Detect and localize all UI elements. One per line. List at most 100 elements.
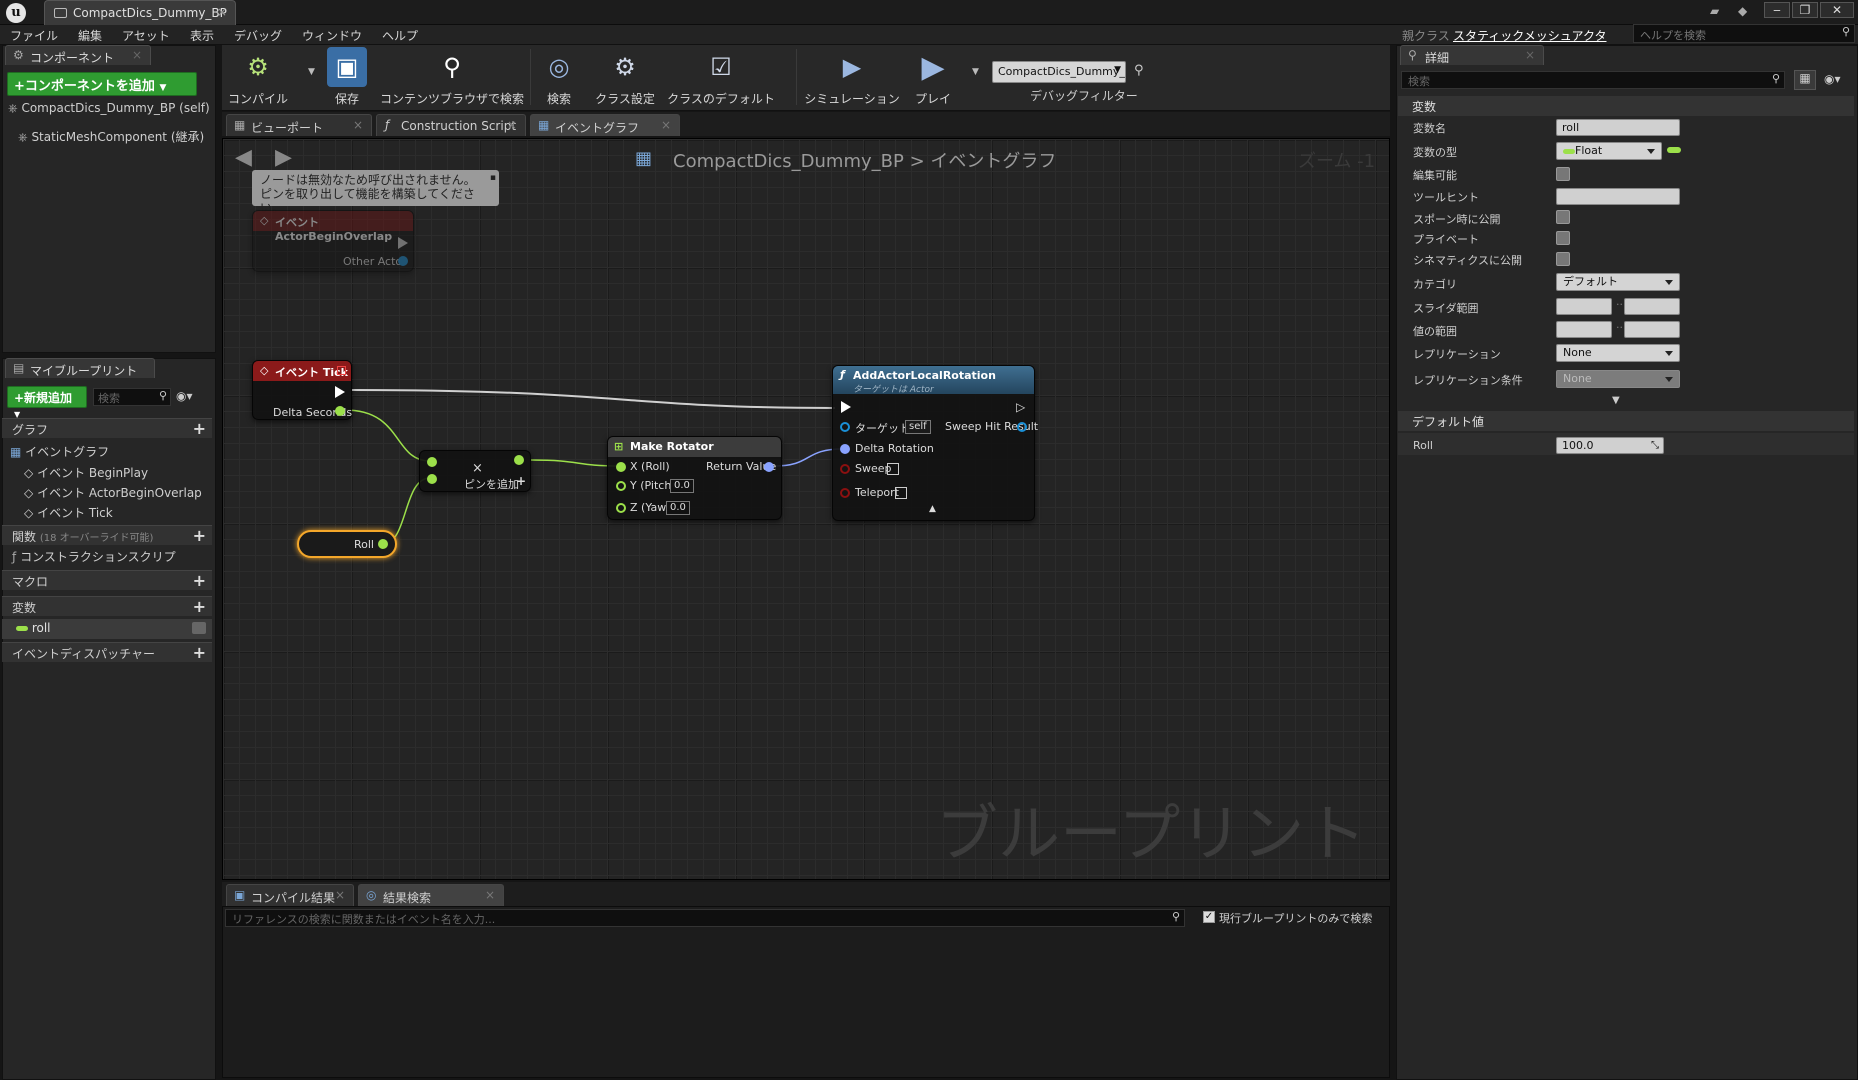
menu-debug[interactable]: デバッグ bbox=[234, 27, 282, 44]
close-icon[interactable]: × bbox=[485, 888, 495, 902]
add-input-a-pin[interactable] bbox=[427, 457, 437, 467]
close-icon[interactable]: × bbox=[661, 118, 671, 132]
details-search-input[interactable]: 検索 ⚲ bbox=[1401, 71, 1785, 89]
value-min-input[interactable] bbox=[1556, 321, 1612, 338]
add-new-button[interactable]: +新規追加 ▼ bbox=[7, 386, 87, 419]
add-component-button[interactable]: +コンポーネントを追加 ▼ bbox=[7, 72, 197, 96]
float-add-node[interactable]: × ピンを追加 + bbox=[419, 450, 531, 492]
variable-roll-item[interactable]: roll bbox=[2, 619, 212, 639]
value-max-input[interactable] bbox=[1624, 321, 1680, 338]
tab-compile-results[interactable]: ▣ コンパイル結果 × bbox=[226, 884, 354, 906]
variable-category[interactable]: 変数 bbox=[1398, 96, 1854, 116]
x-roll-pin[interactable] bbox=[616, 462, 626, 472]
my-blueprint-tab[interactable]: ▤ マイブループリント bbox=[5, 358, 155, 378]
delta-rotation-pin[interactable] bbox=[840, 444, 850, 454]
visibility-eye-icon[interactable]: ◉▾ bbox=[1824, 72, 1841, 86]
var-type-select[interactable]: Float bbox=[1556, 142, 1662, 160]
event-overlap-item[interactable]: ◇ イベント ActorBeginOverlap bbox=[24, 484, 202, 501]
z-yaw-pin[interactable] bbox=[616, 503, 626, 513]
compile-options-icon[interactable]: ▼ bbox=[308, 67, 315, 77]
slider-drag-icon[interactable]: ⤡ bbox=[1651, 438, 1659, 453]
spawn-checkbox[interactable] bbox=[1556, 210, 1570, 224]
document-tab[interactable]: CompactDics_Dummy_BP × bbox=[44, 0, 236, 25]
close-icon[interactable]: × bbox=[507, 118, 517, 132]
sweep-hit-pin[interactable] bbox=[1017, 422, 1027, 432]
editable-checkbox[interactable] bbox=[1556, 167, 1570, 181]
search-button[interactable]: ◎ 検索 bbox=[534, 47, 584, 107]
add-input-b-pin[interactable] bbox=[427, 474, 437, 484]
menu-asset[interactable]: アセット bbox=[122, 27, 170, 44]
blueprint-search-input[interactable]: 検索 ⚲ bbox=[93, 388, 171, 406]
property-matrix-icon[interactable]: ▦ bbox=[1794, 70, 1816, 90]
close-icon[interactable]: × bbox=[1525, 48, 1535, 62]
play-options-icon[interactable]: ▼ bbox=[972, 67, 979, 77]
slider-min-input[interactable] bbox=[1556, 298, 1612, 315]
add-dispatcher-icon[interactable]: + bbox=[193, 643, 206, 662]
dispatchers-section[interactable]: イベントディスパッチャー + bbox=[2, 642, 212, 662]
parent-class-link[interactable]: スタティックメッシュアクタ bbox=[1453, 27, 1606, 44]
default-value-category[interactable]: デフォルト値 bbox=[1398, 411, 1854, 431]
functions-section[interactable]: 関数 (18 オーバーライド可能) + bbox=[2, 525, 212, 545]
add-graph-icon[interactable]: + bbox=[193, 419, 206, 438]
event-tick-node[interactable]: ◇ イベント Tick Delta Seconds bbox=[252, 360, 352, 420]
menu-file[interactable]: ファイル bbox=[10, 27, 58, 44]
slider-max-input[interactable] bbox=[1624, 298, 1680, 315]
teleport-checkbox[interactable] bbox=[895, 487, 907, 499]
component-staticmesh[interactable]: ⎈ StaticMeshComponent (継承) bbox=[18, 128, 204, 145]
minimize-button[interactable]: ‒ bbox=[1764, 2, 1790, 18]
details-tab[interactable]: ⚲ 詳細 × bbox=[1400, 45, 1544, 65]
menu-help[interactable]: ヘルプ bbox=[382, 27, 418, 44]
y-pitch-pin[interactable] bbox=[616, 481, 626, 491]
debug-search-icon[interactable]: ⚲ bbox=[1134, 63, 1144, 78]
tab-event-graph[interactable]: ▦ イベントグラフ × bbox=[530, 114, 680, 136]
menu-view[interactable]: 表示 bbox=[190, 27, 214, 44]
close-icon[interactable]: × bbox=[353, 118, 363, 132]
compile-button[interactable]: ⚙ コンパイル bbox=[226, 47, 290, 107]
add-function-icon[interactable]: + bbox=[193, 526, 206, 545]
visibility-eye-icon[interactable]: ◉▾ bbox=[176, 389, 193, 403]
return-value-pin[interactable] bbox=[764, 462, 774, 472]
exec-in-pin[interactable] bbox=[841, 401, 851, 413]
save-button[interactable]: ▣ 保存 bbox=[322, 47, 372, 107]
tab-viewport[interactable]: ▦ ビューポート × bbox=[226, 114, 372, 136]
event-graph-canvas[interactable]: ◀ ▶ ▦ CompactDics_Dummy_BP > イベントグラフ ズーム… bbox=[222, 138, 1390, 880]
construction-script-item[interactable]: ƒ コンストラクションスクリプ bbox=[12, 548, 176, 565]
menu-window[interactable]: ウィンドウ bbox=[302, 27, 362, 44]
components-tab[interactable]: ⚙ コンポーネント × bbox=[5, 45, 151, 65]
notification-icon[interactable]: ◆ bbox=[1738, 4, 1747, 18]
pin-icon[interactable]: ▪ bbox=[490, 171, 496, 185]
cinematics-checkbox[interactable] bbox=[1556, 252, 1570, 266]
current-only-checkbox[interactable]: ✓ bbox=[1203, 911, 1215, 923]
close-icon[interactable]: × bbox=[217, 5, 227, 19]
z-yaw-value[interactable]: 0.0 bbox=[666, 501, 690, 515]
add-macro-icon[interactable]: + bbox=[193, 571, 206, 590]
add-pin-icon[interactable]: + bbox=[516, 474, 526, 488]
tooltip-input[interactable] bbox=[1556, 188, 1680, 205]
expand-advanced-icon[interactable]: ▼ bbox=[1612, 395, 1620, 406]
default-roll-input[interactable]: 100.0 ⤡ bbox=[1556, 437, 1664, 454]
find-in-content-browser-button[interactable]: ⚲ コンテンツブラウザで検索 bbox=[378, 47, 526, 107]
event-tick-item[interactable]: ◇ イベント Tick bbox=[24, 504, 113, 521]
menu-edit[interactable]: 編集 bbox=[78, 27, 102, 44]
debug-object-select[interactable]: CompactDics_Dummy_BP ▼ bbox=[992, 61, 1126, 83]
chat-icon[interactable]: ▰ bbox=[1710, 4, 1719, 18]
exec-out-pin[interactable] bbox=[335, 386, 345, 398]
tab-find-results[interactable]: ◎ 結果検索 × bbox=[358, 884, 504, 906]
close-icon[interactable]: × bbox=[335, 888, 345, 902]
roll-getter-node[interactable]: Roll bbox=[297, 530, 397, 558]
simulation-button[interactable]: ▶ シミュレーション bbox=[802, 47, 902, 107]
delta-seconds-pin[interactable] bbox=[335, 406, 345, 416]
target-pin[interactable] bbox=[840, 422, 850, 432]
sweep-pin[interactable] bbox=[840, 464, 850, 474]
maximize-button[interactable]: ❐ bbox=[1792, 2, 1818, 18]
component-self[interactable]: ⎈ CompactDics_Dummy_BP (self) bbox=[8, 101, 210, 116]
private-checkbox[interactable] bbox=[1556, 231, 1570, 245]
replication-select[interactable]: None bbox=[1556, 344, 1680, 362]
macros-section[interactable]: マクロ + bbox=[2, 570, 212, 590]
container-type-icon[interactable] bbox=[1667, 147, 1681, 153]
event-beginplay-item[interactable]: ◇ イベント BeginPlay bbox=[24, 464, 148, 481]
var-name-input[interactable]: roll bbox=[1556, 119, 1680, 136]
event-overlap-node[interactable]: ◇ イベント ActorBeginOverlap Other Actor bbox=[252, 210, 414, 272]
other-actor-pin[interactable] bbox=[398, 256, 408, 266]
play-button[interactable]: ▶ プレイ bbox=[908, 47, 958, 107]
